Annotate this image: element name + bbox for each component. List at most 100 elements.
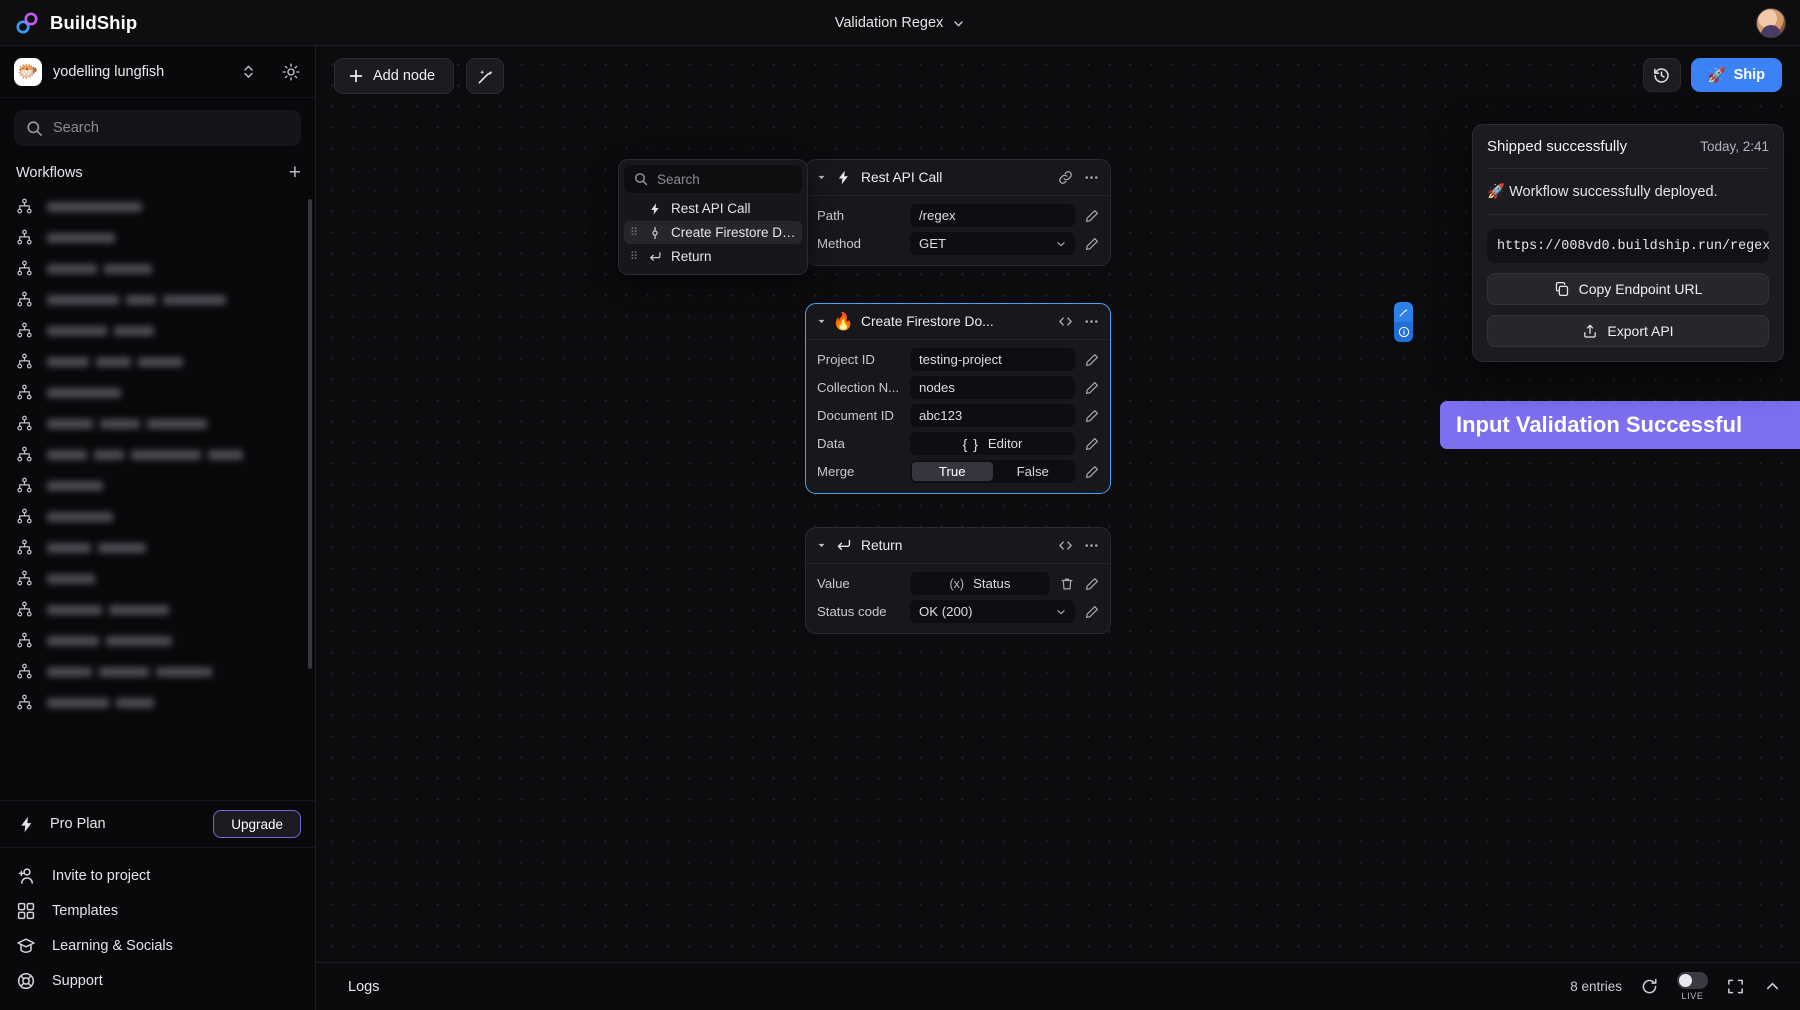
fullscreen-icon[interactable] bbox=[1726, 977, 1745, 996]
gear-icon[interactable] bbox=[281, 62, 301, 82]
brand[interactable]: BuildShip bbox=[0, 10, 316, 36]
more-dots-icon[interactable] bbox=[1083, 313, 1100, 330]
chevron-down-icon[interactable] bbox=[952, 17, 965, 30]
flow-node[interactable]: 🔥 Create Firestore Do... Project ID test… bbox=[805, 303, 1111, 494]
list-item[interactable] bbox=[16, 532, 315, 563]
pencil-icon[interactable] bbox=[1083, 436, 1100, 452]
trash-icon[interactable] bbox=[1058, 576, 1075, 592]
flow-canvas[interactable]: Add node bbox=[316, 46, 1800, 962]
magic-wand-icon[interactable] bbox=[466, 58, 504, 94]
flow-node[interactable]: Rest API Call Path /regex Method GET bbox=[805, 159, 1111, 266]
toggle-option[interactable]: True bbox=[912, 462, 993, 481]
pencil-icon[interactable] bbox=[1083, 576, 1100, 592]
list-item[interactable] bbox=[16, 563, 315, 594]
node-field-editor[interactable]: { } Editor bbox=[910, 432, 1075, 455]
list-item[interactable] bbox=[16, 346, 315, 377]
project-switcher[interactable]: 🐡 yodelling lungfish bbox=[0, 46, 315, 98]
lightning-icon bbox=[648, 202, 662, 216]
info-icon[interactable] bbox=[1394, 322, 1413, 342]
list-item[interactable] bbox=[16, 222, 315, 253]
add-node-button[interactable]: Add node bbox=[334, 58, 454, 94]
plus-icon[interactable]: + bbox=[289, 162, 301, 183]
upgrade-button[interactable]: Upgrade bbox=[213, 810, 301, 838]
live-toggle[interactable] bbox=[1677, 972, 1708, 989]
code-icon[interactable] bbox=[1057, 313, 1074, 330]
export-api-button[interactable]: Export API bbox=[1487, 315, 1769, 347]
chevron-up-down-icon[interactable] bbox=[241, 62, 256, 81]
node-field-select[interactable]: OK (200) bbox=[910, 600, 1075, 623]
workflow-title[interactable]: Validation Regex bbox=[835, 15, 944, 31]
list-item[interactable] bbox=[16, 501, 315, 532]
sidebar-item-learning-socials[interactable]: Learning & Socials bbox=[0, 928, 315, 963]
copy-endpoint-url-button[interactable]: Copy Endpoint URL bbox=[1487, 273, 1769, 305]
list-item[interactable] bbox=[16, 253, 315, 284]
node-field-value[interactable]: abc123 bbox=[910, 404, 1075, 427]
node-search-input[interactable]: Search bbox=[624, 165, 802, 193]
search-input[interactable]: Search bbox=[14, 110, 301, 146]
node-row-label: Merge bbox=[817, 464, 902, 479]
caret-down-icon[interactable] bbox=[817, 541, 826, 550]
node-field-value[interactable]: nodes bbox=[910, 376, 1075, 399]
canvas-toolbar: Add node bbox=[334, 58, 504, 94]
node-field-variable[interactable]: (x) Status bbox=[910, 572, 1050, 595]
sidebar-item-invite-to-project[interactable]: Invite to project bbox=[0, 858, 315, 893]
node-field-value[interactable]: /regex bbox=[910, 204, 1075, 227]
refresh-icon[interactable] bbox=[1640, 977, 1659, 996]
magic-wand-icon[interactable] bbox=[1394, 302, 1413, 322]
chevron-up-icon[interactable] bbox=[1763, 977, 1782, 996]
node-search-item[interactable]: ⠿ Create Firestore Docu... bbox=[624, 221, 802, 244]
drag-handle-icon[interactable]: ⠿ bbox=[630, 229, 639, 237]
list-item[interactable] bbox=[16, 594, 315, 625]
pencil-icon[interactable] bbox=[1083, 352, 1100, 368]
sidebar-nav: Invite to project Templates Learning & S… bbox=[0, 848, 315, 1010]
more-dots-icon[interactable] bbox=[1083, 169, 1100, 186]
list-item[interactable] bbox=[16, 191, 315, 222]
sidebar-scrollbar[interactable] bbox=[308, 199, 312, 669]
ship-button[interactable]: 🚀 Ship bbox=[1691, 58, 1782, 92]
node-search-item[interactable]: Rest API Call bbox=[624, 197, 802, 220]
node-header[interactable]: 🔥 Create Firestore Do... bbox=[806, 304, 1110, 340]
workflow-name-redacted bbox=[47, 698, 154, 708]
list-item[interactable] bbox=[16, 439, 315, 470]
node-field-select[interactable]: GET bbox=[910, 232, 1075, 255]
list-item[interactable] bbox=[16, 656, 315, 687]
link-icon[interactable] bbox=[1057, 169, 1074, 186]
caret-down-icon[interactable] bbox=[817, 173, 826, 182]
node-field-value[interactable]: testing-project bbox=[910, 348, 1075, 371]
sidebar-item-templates[interactable]: Templates bbox=[0, 893, 315, 928]
caret-down-icon[interactable] bbox=[817, 317, 826, 326]
history-clock-icon[interactable] bbox=[1643, 58, 1681, 92]
pencil-icon[interactable] bbox=[1083, 464, 1100, 480]
node-body: Project ID testing-project Collection N.… bbox=[806, 340, 1110, 493]
user-plus-icon bbox=[16, 866, 36, 886]
node-field-value: GET bbox=[919, 236, 946, 251]
pencil-icon[interactable] bbox=[1083, 604, 1100, 620]
node-header[interactable]: Return bbox=[806, 528, 1110, 564]
workflow-list[interactable] bbox=[0, 191, 315, 800]
list-item[interactable] bbox=[16, 408, 315, 439]
flow-node[interactable]: Return Value (x) Status Status code OK (… bbox=[805, 527, 1111, 634]
workflow-icon bbox=[16, 663, 33, 680]
node-field-toggle[interactable]: TrueFalse bbox=[910, 460, 1075, 483]
pencil-icon[interactable] bbox=[1083, 236, 1100, 252]
more-dots-icon[interactable] bbox=[1083, 537, 1100, 554]
node-search-item[interactable]: ⠿ Return bbox=[624, 245, 802, 268]
pencil-icon[interactable] bbox=[1083, 380, 1100, 396]
sidebar-item-support[interactable]: Support bbox=[0, 963, 315, 998]
endpoint-url[interactable]: https://008vd0.buildship.run/regex bbox=[1487, 229, 1769, 263]
list-item[interactable] bbox=[16, 625, 315, 656]
code-icon[interactable] bbox=[1057, 537, 1074, 554]
drag-handle-icon[interactable]: ⠿ bbox=[630, 253, 639, 261]
list-item[interactable] bbox=[16, 377, 315, 408]
list-item[interactable] bbox=[16, 470, 315, 501]
pencil-icon[interactable] bbox=[1083, 408, 1100, 424]
list-item[interactable] bbox=[16, 687, 315, 718]
list-item[interactable] bbox=[16, 315, 315, 346]
workflow-name-redacted bbox=[47, 233, 115, 243]
workflow-icon bbox=[16, 570, 33, 587]
pencil-icon[interactable] bbox=[1083, 208, 1100, 224]
avatar[interactable] bbox=[1756, 8, 1786, 38]
list-item[interactable] bbox=[16, 284, 315, 315]
toggle-option[interactable]: False bbox=[993, 462, 1074, 481]
node-header[interactable]: Rest API Call bbox=[806, 160, 1110, 196]
